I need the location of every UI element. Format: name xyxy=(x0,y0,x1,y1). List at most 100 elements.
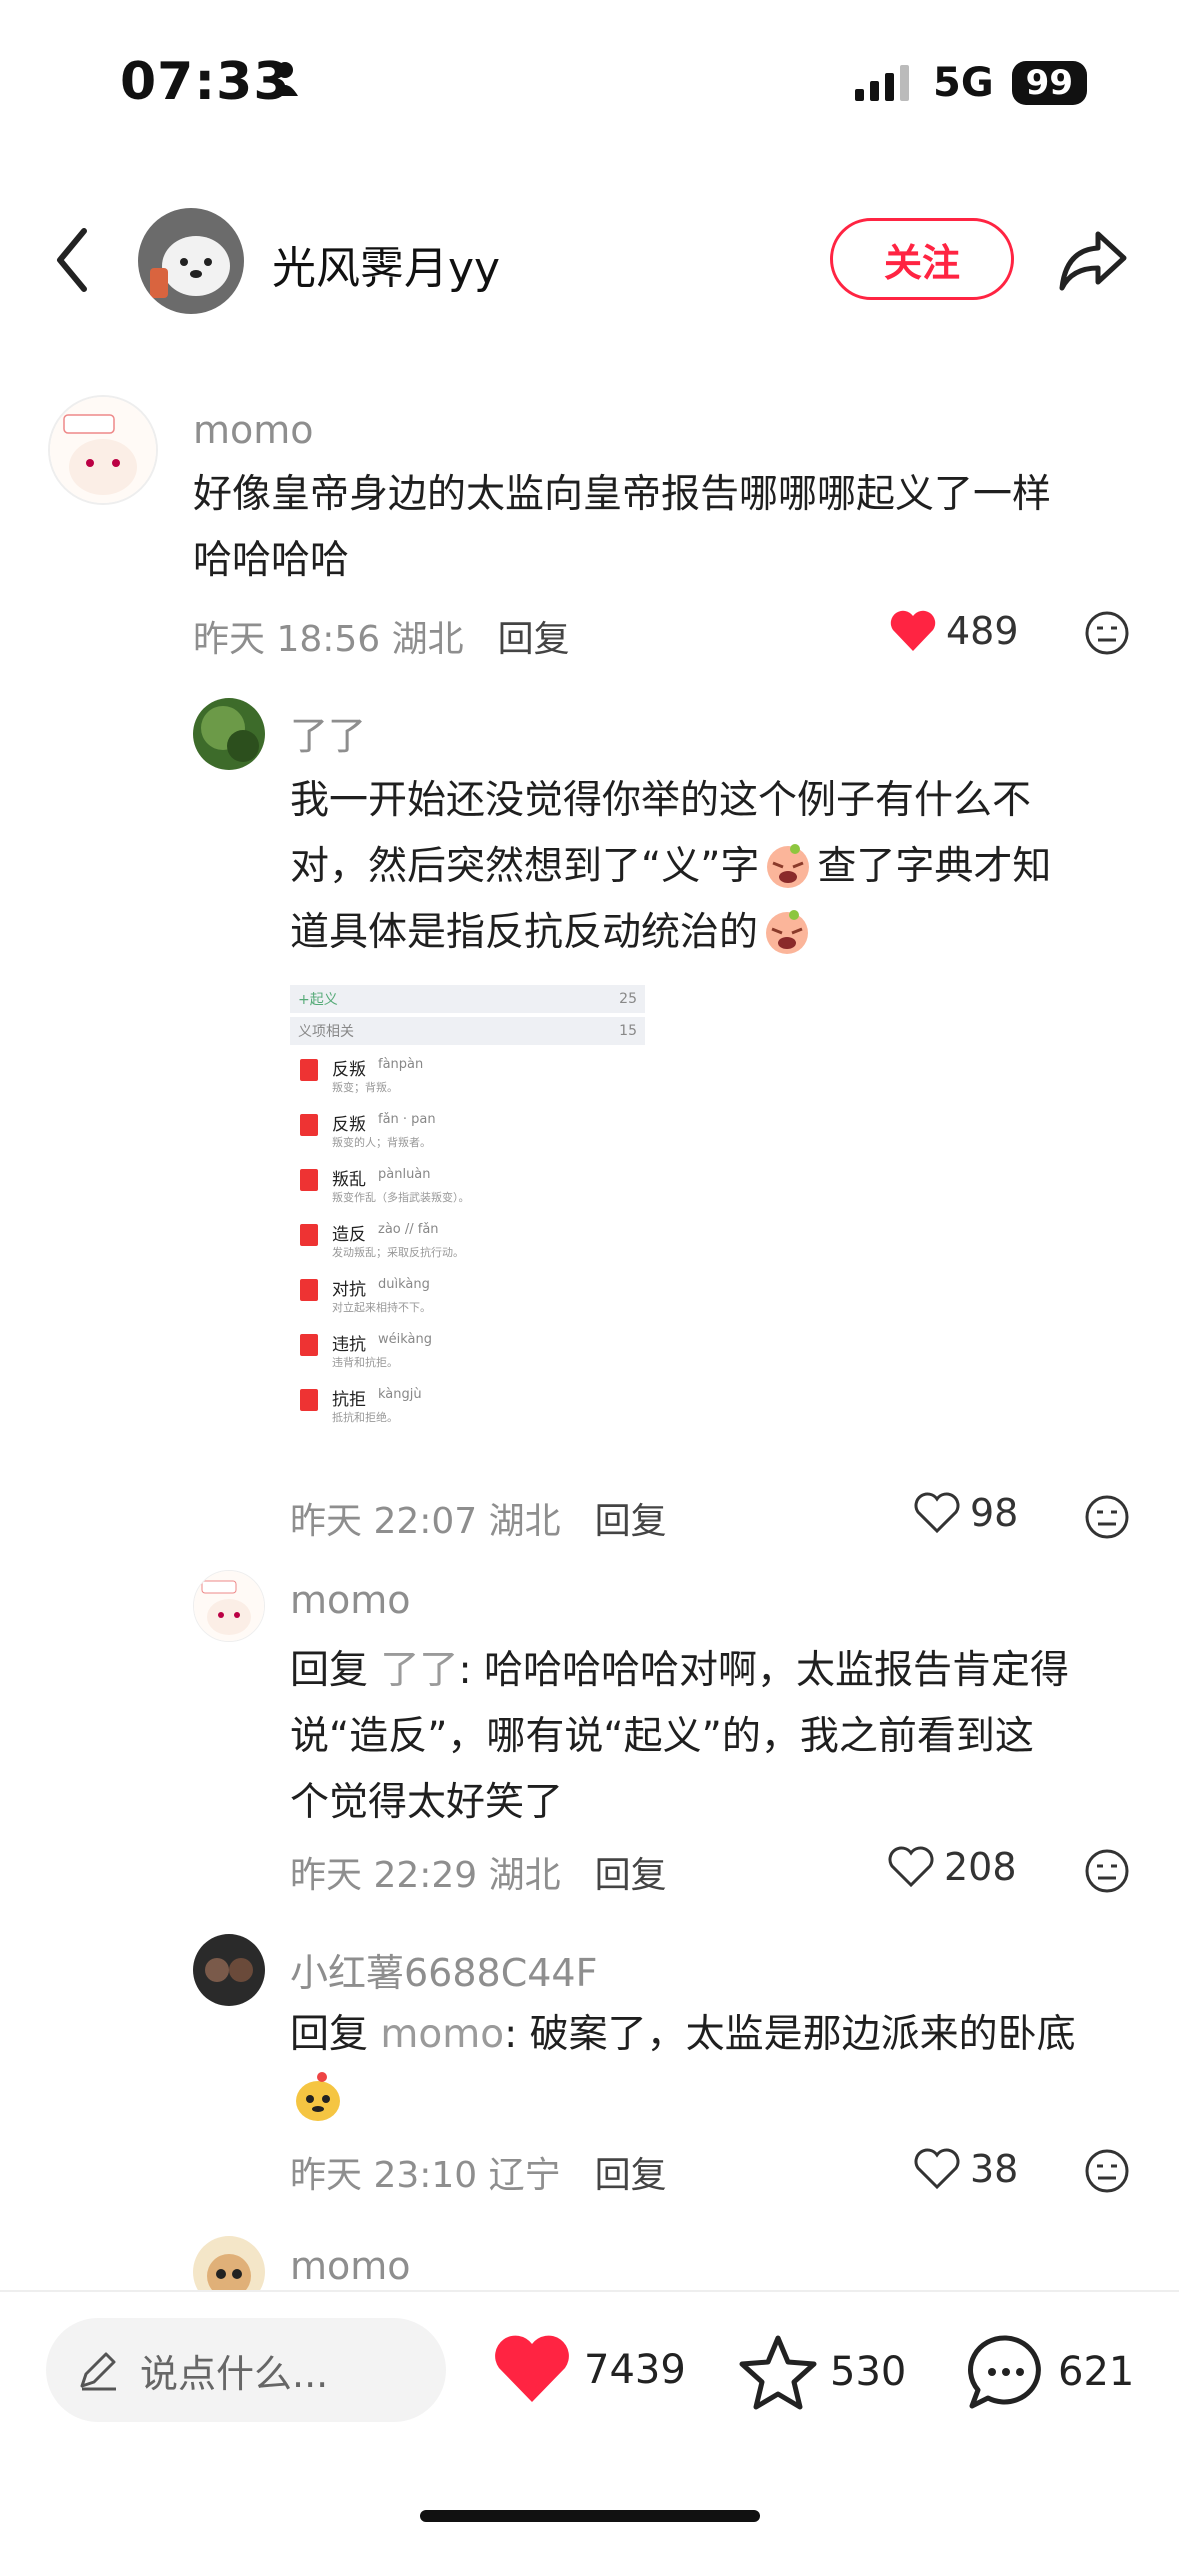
text-span: 查了字典才知 xyxy=(817,844,1052,889)
dict-pinyin: duìkàng xyxy=(378,1277,430,1292)
dict-word: 抗拒 xyxy=(332,1390,366,1410)
mention-link[interactable]: momo xyxy=(380,2012,504,2057)
crying-emoji-icon xyxy=(766,910,809,954)
star-icon xyxy=(739,2335,817,2410)
reply-prefix: 回复 xyxy=(290,1648,369,1693)
like-count: 38 xyxy=(970,2147,1019,2191)
dict-entry: 对抗 duìkàng 对立起来相持不下。 xyxy=(290,1273,645,1328)
status-right: 5G 99 xyxy=(855,60,1087,106)
dict-word: 造反 xyxy=(332,1225,366,1245)
comment-like-button[interactable]: 208 xyxy=(886,1844,1017,1890)
dict-def: 叛变作乱（多指武装叛变）。 xyxy=(332,1191,470,1204)
comment-time: 昨天 22:07 湖北 xyxy=(290,1501,561,1542)
book-icon xyxy=(300,1114,318,1136)
dict-entry: 造反 zào // fǎn 发动叛乱；采取反抗行动。 xyxy=(290,1218,645,1273)
dict-def: 叛变的人；背叛者。 xyxy=(332,1136,431,1149)
comment-text: 我一开始还没觉得你举的这个例子有什么不 对，然后突然想到了“义”字 查了字典才知 … xyxy=(290,768,1150,966)
comment-text-line: 道具体是指反抗反动统治的 xyxy=(290,900,1150,966)
author-avatar[interactable] xyxy=(138,208,244,314)
mention-link[interactable]: 了了 xyxy=(380,1648,458,1693)
dict-pinyin: kàngjù xyxy=(378,1387,422,1402)
post-star-button[interactable]: 530 xyxy=(738,2334,906,2410)
comment-time: 昨天 22:29 湖北 xyxy=(290,1855,561,1896)
comment-input[interactable]: 说点什么... xyxy=(46,2318,446,2422)
comment-like-button[interactable]: 489 xyxy=(888,608,1019,654)
dict-pinyin: wéikàng xyxy=(378,1332,432,1347)
comment-text-line: 回复 了了: 哈哈哈哈哈对啊，太监报告肯定得 xyxy=(290,1638,1150,1704)
dislike-face-icon[interactable] xyxy=(1084,610,1130,656)
comment-like-button[interactable]: 38 xyxy=(912,2146,1018,2192)
author-name[interactable]: 光风霁月yy xyxy=(272,232,500,296)
dict-entry: 反叛 fǎn · pan 叛变的人；背叛者。 xyxy=(290,1108,645,1163)
reply-prefix: 回复 xyxy=(290,2012,369,2057)
dict-entry: 叛乱 pànluàn 叛变作乱（多指武装叛变）。 xyxy=(290,1163,645,1218)
post-comment-button[interactable]: 621 xyxy=(966,2334,1134,2410)
text-span: 道具体是指反抗反动统治的 xyxy=(290,910,759,955)
like-count: 208 xyxy=(944,1845,1017,1889)
home-indicator[interactable] xyxy=(420,2510,760,2522)
dict-word: 对抗 xyxy=(332,1280,366,1300)
commenter-avatar[interactable] xyxy=(48,395,158,505)
heart-outline-icon xyxy=(888,1846,934,1888)
dict-head-row: +起义 25 xyxy=(290,985,645,1013)
comment-image[interactable]: +起义 25 义项相关 15 反叛 fànpàn 叛变；背叛。 反叛 fǎn · pa… xyxy=(290,985,645,1475)
like-count: 98 xyxy=(970,1491,1019,1535)
reply-button[interactable]: 回复 xyxy=(595,1492,667,1544)
dict-def: 叛变；背叛。 xyxy=(332,1081,398,1094)
book-icon xyxy=(300,1389,318,1411)
dict-head-word: +起义 xyxy=(298,992,338,1008)
reply-button[interactable]: 回复 xyxy=(498,610,570,662)
heart-outline-icon xyxy=(914,2148,960,2190)
dict-head-count: 25 xyxy=(619,991,637,1007)
comment-meta: 昨天 22:07 湖北 回复 xyxy=(290,1492,667,1544)
dislike-face-icon[interactable] xyxy=(1084,2148,1130,2194)
heart-filled-icon xyxy=(495,2335,569,2402)
comment-meta: 昨天 18:56 湖北 回复 xyxy=(193,610,570,662)
like-count: 489 xyxy=(946,609,1019,653)
comment-text: 回复 momo: 破案了，太监是那边派来的卧底 xyxy=(290,2002,1150,2134)
post-like-count: 7439 xyxy=(584,2347,686,2393)
dislike-face-icon[interactable] xyxy=(1084,1494,1130,1540)
dict-word: 反叛 xyxy=(332,1060,366,1080)
comment-username[interactable]: 了了 xyxy=(290,705,366,760)
comment-text-line: 哈哈哈哈 xyxy=(193,538,350,583)
book-icon xyxy=(300,1224,318,1246)
comment-text-line: 个觉得太好笑了 xyxy=(290,1780,564,1825)
book-icon xyxy=(300,1169,318,1191)
comment-text-line: 对，然后突然想到了“义”字 查了字典才知 xyxy=(290,834,1150,900)
dict-section-count: 15 xyxy=(619,1023,637,1039)
post-like-button[interactable]: 7439 xyxy=(492,2334,686,2406)
comment-input-placeholder: 说点什么... xyxy=(140,2351,329,2396)
person-icon xyxy=(272,62,298,96)
dict-def: 发动叛乱；采取反抗行动。 xyxy=(332,1246,464,1259)
dict-entry: 违抗 wéikàng 违背和抗拒。 xyxy=(290,1328,645,1383)
comment-like-button[interactable]: 98 xyxy=(912,1490,1018,1536)
battery-level: 99 xyxy=(1011,61,1087,105)
comment-text: 好像皇帝身边的太监向皇帝报告哪哪哪起义了一样 哈哈哈哈 xyxy=(193,462,1143,594)
comment-text-line xyxy=(290,2068,1150,2134)
reply-button[interactable]: 回复 xyxy=(595,2146,667,2198)
pencil-icon xyxy=(80,2352,116,2391)
dislike-face-icon[interactable] xyxy=(1084,1848,1130,1894)
dict-word: 反叛 xyxy=(332,1115,366,1135)
comment-username[interactable]: momo xyxy=(290,1578,411,1622)
follow-button[interactable]: 关注 xyxy=(830,218,1014,300)
commenter-avatar[interactable] xyxy=(193,1570,265,1642)
share-icon[interactable] xyxy=(1058,228,1128,292)
comment-text-line: 回复 momo: 破案了，太监是那边派来的卧底 xyxy=(290,2002,1150,2068)
back-arrow-icon[interactable] xyxy=(52,225,92,295)
commenter-avatar[interactable] xyxy=(193,1934,265,2006)
comment-meta: 昨天 22:29 湖北 回复 xyxy=(290,1846,667,1898)
dict-pinyin: zào // fǎn xyxy=(378,1222,439,1237)
dict-word: 违抗 xyxy=(332,1335,366,1355)
post-comment-count: 621 xyxy=(1058,2349,1135,2395)
comment-username[interactable]: 小红薯6688C44F xyxy=(290,1942,597,1997)
comment-meta: 昨天 23:10 辽宁 回复 xyxy=(290,2146,667,2198)
reply-button[interactable]: 回复 xyxy=(595,1846,667,1898)
commenter-avatar[interactable] xyxy=(193,698,265,770)
comment-username[interactable]: momo xyxy=(290,2244,411,2288)
dict-def: 抵抗和拒绝。 xyxy=(332,1411,398,1424)
dict-def: 对立起来相持不下。 xyxy=(332,1301,431,1314)
comment-username[interactable]: momo xyxy=(193,408,314,452)
dict-def: 违背和抗拒。 xyxy=(332,1356,398,1369)
